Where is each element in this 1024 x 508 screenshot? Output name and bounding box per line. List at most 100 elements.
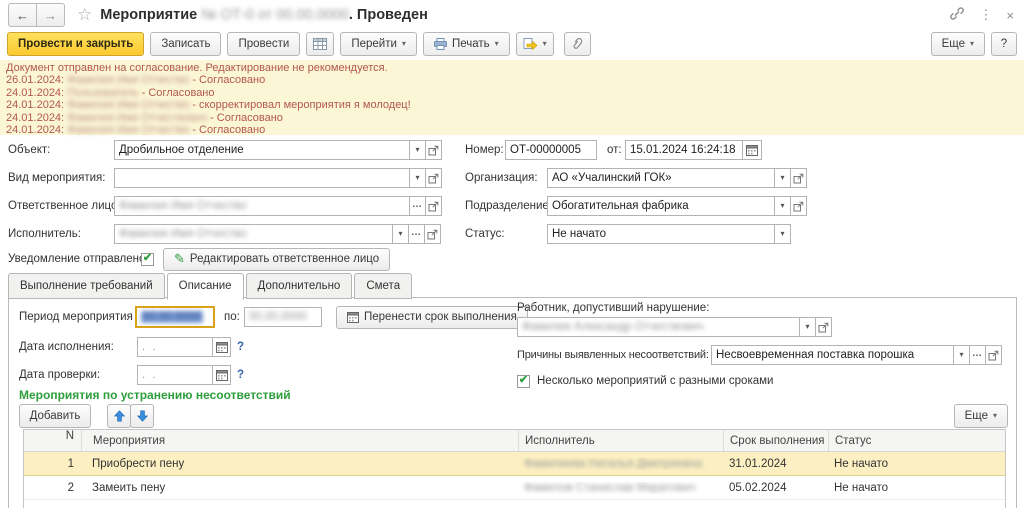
back-button[interactable]: ← [8, 3, 37, 27]
events-table: N Мероприятия Исполнитель Срок выполнени… [23, 429, 1006, 508]
execution-date-label: Дата исполнения: [19, 341, 137, 353]
column-header-deadline[interactable]: Срок выполнения [723, 430, 828, 451]
check-icon: ✔ [519, 375, 528, 386]
table-row[interactable]: 1 Приобрести пену Фамилиева Наталья Дмит… [24, 452, 1005, 476]
object-open-button[interactable] [425, 140, 442, 160]
titlebar: ← → ☆ Мероприятие № ОТ-0 от 00.00.0000. … [0, 0, 1024, 30]
chevron-down-icon: ▾ [780, 202, 784, 210]
violator-dropdown-button[interactable]: ▾ [799, 317, 816, 337]
save-button[interactable]: Записать [150, 32, 221, 56]
window-menu-button[interactable]: ⋮ [979, 7, 992, 23]
organization-input[interactable]: АО «Учалинский ГОК» [547, 168, 775, 188]
row-deadline: 31.01.2024 [723, 458, 828, 470]
calendar-icon [347, 311, 359, 323]
check-date-help-link[interactable]: ? [237, 369, 244, 381]
organization-label: Организация: [465, 172, 547, 184]
department-input[interactable]: Обогатительная фабрика [547, 196, 775, 216]
event-type-input[interactable] [114, 168, 410, 188]
check-date-calendar-button[interactable] [212, 365, 231, 385]
period-to-label: по: [224, 311, 244, 323]
responsible-label: Ответственное лицо: [8, 200, 114, 212]
column-header-status[interactable]: Статус [828, 430, 1005, 451]
organization-open-button[interactable] [790, 168, 807, 188]
execution-date-calendar-button[interactable] [212, 337, 231, 357]
reschedule-button[interactable]: Перенести срок выполнения [336, 306, 528, 329]
department-dropdown-button[interactable]: ▾ [774, 196, 791, 216]
tab-additional[interactable]: Дополнительно [246, 273, 353, 299]
responsible-choose-button[interactable]: … [409, 196, 426, 216]
chevron-down-icon: ▾ [780, 230, 784, 238]
column-header-n[interactable]: N [24, 430, 81, 451]
date-input[interactable]: 15.01.2024 16:24:18 [625, 140, 743, 160]
column-header-executor[interactable]: Исполнитель [518, 430, 723, 451]
open-icon [988, 350, 999, 361]
reasons-choose-button[interactable]: … [969, 345, 986, 365]
status-input[interactable]: Не начато [547, 224, 775, 244]
event-type-label: Вид мероприятия: [8, 172, 114, 184]
event-type-open-button[interactable] [425, 168, 442, 188]
execution-date-input[interactable]: . . [137, 337, 213, 357]
violator-open-button[interactable] [815, 317, 832, 337]
object-dropdown-button[interactable]: ▾ [409, 140, 426, 160]
close-button[interactable]: × [1006, 8, 1014, 23]
notification-sent-checkbox[interactable]: ✔ [141, 253, 154, 266]
edit-responsible-button[interactable]: ✎ Редактировать ответственное лицо [163, 248, 390, 271]
violator-input[interactable]: Фамилия Александр Отчествович [517, 317, 800, 337]
approval-notification: Документ отправлен на согласование. Реда… [0, 60, 1024, 135]
reasons-input[interactable]: Несвоевременная поставка порошка [711, 345, 954, 365]
chevron-down-icon: ▾ [415, 174, 419, 182]
add-row-button[interactable]: Добавить [19, 404, 91, 428]
reasons-open-button[interactable] [985, 345, 1002, 365]
event-type-dropdown-button[interactable]: ▾ [409, 168, 426, 188]
favorites-button[interactable]: ☆ [77, 5, 92, 25]
responsible-input[interactable]: Фамилия Имя Отчество [114, 196, 410, 216]
execution-date-help-link[interactable]: ? [237, 341, 244, 353]
notification-line: 24.01.2024: Фамилия Имя Отчество - Согла… [6, 124, 1018, 136]
pencil-icon: ✎ [174, 251, 185, 267]
post-and-close-button[interactable]: Провести и закрыть [7, 32, 144, 56]
status-dropdown-button[interactable]: ▾ [774, 224, 791, 244]
date-label: от: [607, 144, 625, 156]
check-date-input[interactable]: . . [137, 365, 213, 385]
object-label: Объект: [8, 144, 114, 156]
row-event: Приобрести пену [81, 458, 518, 470]
number-input[interactable]: ОТ-00000005 [505, 140, 597, 160]
ellipsis-icon: … [972, 348, 983, 359]
more-button[interactable]: Еще▾ [931, 32, 985, 56]
print-button[interactable]: Печать▾ [423, 32, 510, 56]
executor-input[interactable]: Фамилия Имя Отчество [114, 224, 393, 244]
table-icon [313, 38, 327, 50]
column-header-event[interactable]: Мероприятия [81, 430, 518, 451]
reasons-dropdown-button[interactable]: ▾ [953, 345, 970, 365]
post-button[interactable]: Провести [227, 32, 300, 56]
help-button[interactable]: ? [991, 32, 1017, 56]
period-to-input[interactable]: 00.00.0000 [244, 307, 322, 327]
move-down-button[interactable] [130, 404, 154, 428]
subordination-structure-button[interactable] [306, 32, 334, 56]
executor-choose-button[interactable]: … [408, 224, 425, 244]
chevron-down-icon: ▾ [993, 412, 997, 420]
executor-dropdown-button[interactable]: ▾ [392, 224, 409, 244]
tab-bar: Выполнение требований Описание Дополните… [8, 273, 414, 298]
multiple-periods-checkbox[interactable]: ✔ [517, 375, 530, 388]
tab-description[interactable]: Описание [167, 273, 244, 300]
move-up-button[interactable] [107, 404, 131, 428]
executor-open-button[interactable] [424, 224, 441, 244]
goto-button[interactable]: Перейти▾ [340, 32, 417, 56]
object-input[interactable]: Дробильное отделение [114, 140, 410, 160]
create-based-on-button[interactable]: ▾ [516, 32, 554, 56]
organization-dropdown-button[interactable]: ▾ [774, 168, 791, 188]
notification-header: Документ отправлен на согласование. Реда… [6, 62, 1018, 74]
forward-button[interactable]: → [36, 3, 65, 27]
responsible-open-button[interactable] [425, 196, 442, 216]
department-open-button[interactable] [790, 196, 807, 216]
tab-estimate[interactable]: Смета [354, 273, 412, 299]
table-row[interactable]: 2 Замеить пену Фамилов Станислав Маратов… [24, 476, 1005, 500]
period-from-input[interactable]: 00.00.0000 [135, 306, 215, 328]
tab-requirements[interactable]: Выполнение требований [8, 273, 165, 299]
attachments-button[interactable] [564, 32, 591, 56]
table-more-button[interactable]: Еще▾ [954, 404, 1008, 428]
multiple-periods-label: Несколько мероприятий с разными сроками [537, 375, 773, 387]
date-calendar-button[interactable] [742, 140, 762, 160]
get-link-button[interactable] [949, 6, 965, 24]
